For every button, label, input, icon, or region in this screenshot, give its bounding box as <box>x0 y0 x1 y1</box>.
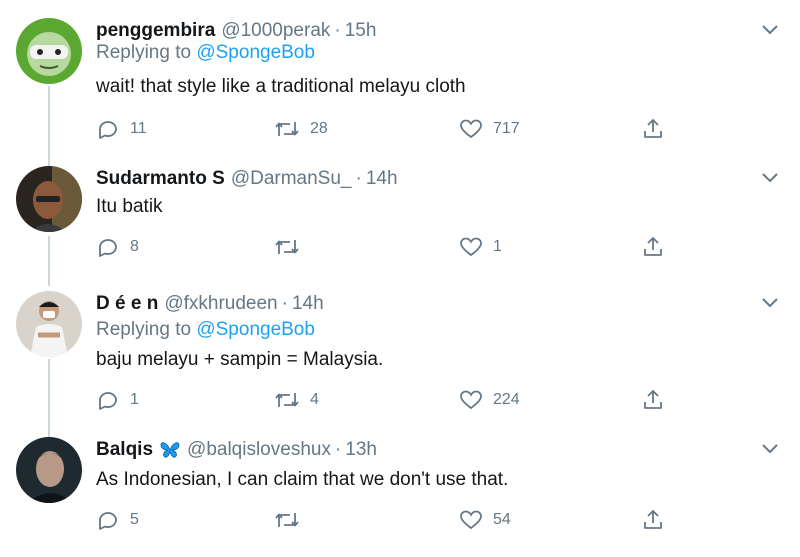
retweet-count: 4 <box>310 391 319 408</box>
reply-icon <box>99 392 117 410</box>
replying-to-label: Replying to <box>96 319 192 340</box>
display-name[interactable]: Sudarmanto S <box>96 168 225 190</box>
retweet-button[interactable]: 28 <box>274 116 328 142</box>
reply-count: 8 <box>130 238 139 255</box>
separator-dot: · <box>281 293 288 314</box>
replying-to: Replying to @SpongeBob <box>96 319 315 341</box>
tweet-header: Balqis @balqisloveshux · 13h <box>96 437 377 463</box>
avatar[interactable] <box>16 18 82 84</box>
tweet-text: As Indonesian, I can claim that we don't… <box>96 469 509 490</box>
display-name[interactable]: Balqis <box>96 439 153 461</box>
separator-dot: · <box>355 168 362 189</box>
retweet-count: 28 <box>310 120 328 137</box>
timestamp[interactable]: 15h <box>345 20 377 42</box>
tweet[interactable]: D é e n @fxkhrudeen · 14h Replying to @S… <box>0 291 800 416</box>
chevron-down-icon[interactable] <box>758 166 782 190</box>
tweet[interactable]: Sudarmanto S @DarmanSu_ · 14h Itu batik … <box>0 166 800 266</box>
tweet-actions: 8 1 <box>96 234 696 260</box>
retweet-button[interactable] <box>274 234 310 260</box>
timestamp[interactable]: 14h <box>292 293 324 315</box>
share-button[interactable] <box>641 234 665 260</box>
like-count: 224 <box>493 391 520 408</box>
heart-icon <box>460 510 482 530</box>
retweet-button[interactable]: 4 <box>274 387 319 413</box>
like-button[interactable]: 54 <box>459 507 511 533</box>
tweet-actions: 1 4 224 <box>96 387 696 413</box>
separator-dot: · <box>334 439 342 460</box>
user-handle[interactable]: @1000perak <box>221 20 330 42</box>
reply-count: 5 <box>130 511 139 528</box>
share-button[interactable] <box>641 116 665 142</box>
reply-button[interactable]: 11 <box>96 116 147 142</box>
like-count: 1 <box>493 238 502 255</box>
chevron-down-icon[interactable] <box>758 437 782 461</box>
like-button[interactable]: 1 <box>459 234 502 260</box>
retweet-button[interactable] <box>274 507 310 533</box>
share-button[interactable] <box>641 507 665 533</box>
separator-dot: · <box>334 20 341 41</box>
chevron-down-icon[interactable] <box>758 291 782 315</box>
avatar[interactable] <box>16 166 82 232</box>
replying-to-label: Replying to <box>96 42 192 63</box>
retweet-icon <box>275 513 299 527</box>
reply-icon <box>99 512 117 530</box>
tweet[interactable]: Balqis @balqisloveshux · 13h As Indonesi… <box>0 437 800 537</box>
chevron-down-icon[interactable] <box>758 18 782 42</box>
reply-button[interactable]: 1 <box>96 387 139 413</box>
mention-link[interactable]: @SpongeBob <box>196 42 315 63</box>
tweet-text: baju melayu + sampin = Malaysia. <box>96 349 384 370</box>
reply-count: 11 <box>130 120 147 137</box>
retweet-icon <box>275 393 299 407</box>
display-name[interactable]: penggembira <box>96 20 215 42</box>
tweet-header: D é e n @fxkhrudeen · 14h <box>96 291 324 317</box>
reply-button[interactable]: 5 <box>96 507 139 533</box>
butterfly-icon <box>159 440 181 460</box>
tweet-header: penggembira @1000perak · 15h <box>96 18 376 44</box>
heart-icon <box>460 237 482 257</box>
replying-to: Replying to @SpongeBob <box>96 42 315 64</box>
like-count: 54 <box>493 511 511 528</box>
tweet[interactable]: penggembira @1000perak · 15h Replying to… <box>0 18 800 148</box>
like-button[interactable]: 224 <box>459 387 520 413</box>
timestamp[interactable]: 14h <box>366 168 398 190</box>
reply-icon <box>99 121 117 139</box>
user-handle[interactable]: @fxkhrudeen <box>164 293 277 315</box>
heart-icon <box>460 119 482 139</box>
display-name[interactable]: D é e n <box>96 293 158 315</box>
like-button[interactable]: 717 <box>459 116 520 142</box>
reply-button[interactable]: 8 <box>96 234 139 260</box>
share-icon <box>644 390 662 409</box>
avatar[interactable] <box>16 437 82 503</box>
tweet-actions: 11 28 717 <box>96 116 696 142</box>
avatar[interactable] <box>16 291 82 357</box>
share-icon <box>644 119 662 138</box>
share-button[interactable] <box>641 387 665 413</box>
tweet-text: Itu batik <box>96 196 163 217</box>
retweet-icon <box>275 240 299 254</box>
reply-icon <box>99 239 117 257</box>
user-handle[interactable]: @DarmanSu_ <box>231 168 352 190</box>
tweet-header: Sudarmanto S @DarmanSu_ · 14h <box>96 166 398 192</box>
user-handle[interactable]: @balqisloveshux <box>187 439 331 461</box>
reply-count: 1 <box>130 391 139 408</box>
retweet-icon <box>275 122 299 136</box>
timestamp[interactable]: 13h <box>345 439 377 461</box>
tweet-actions: 5 54 <box>96 507 696 533</box>
heart-icon <box>460 390 482 410</box>
tweet-text: wait! that style like a traditional mela… <box>96 76 466 97</box>
mention-link[interactable]: @SpongeBob <box>196 319 315 340</box>
like-count: 717 <box>493 120 520 137</box>
share-icon <box>644 237 662 256</box>
share-icon <box>644 510 662 529</box>
